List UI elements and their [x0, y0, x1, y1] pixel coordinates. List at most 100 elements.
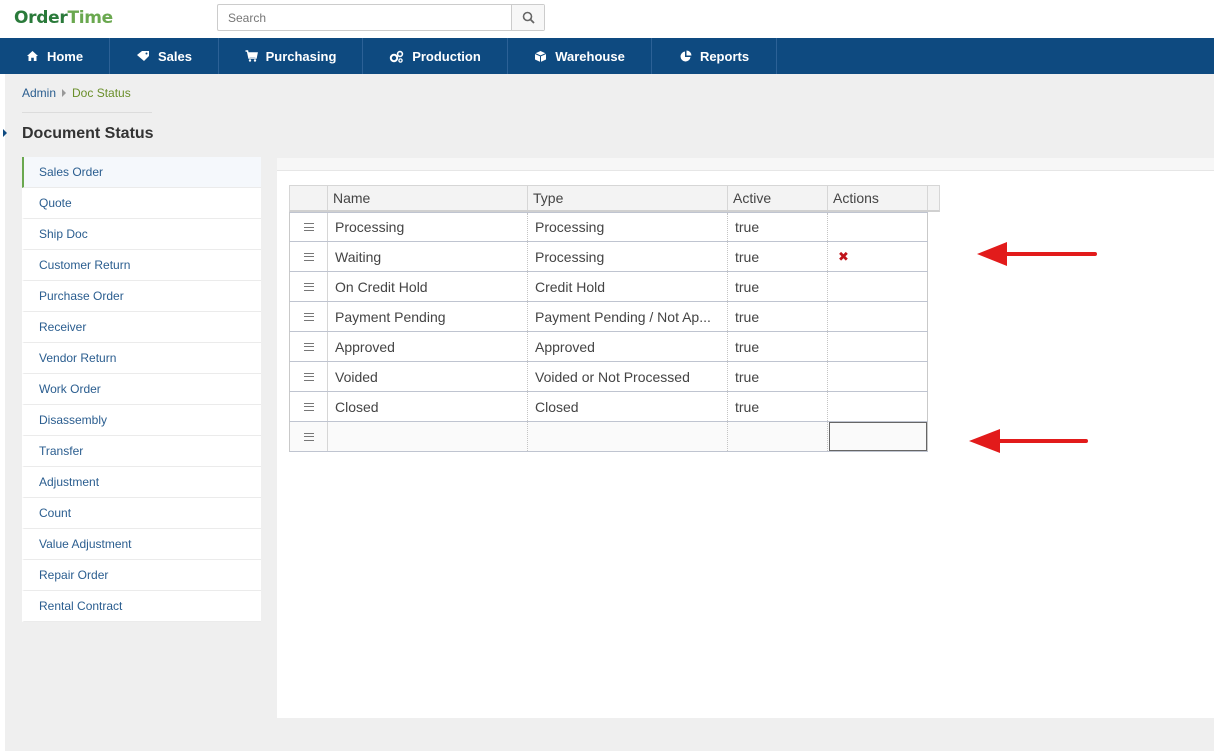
sidebar-item-ship-doc[interactable]: Ship Doc — [22, 219, 261, 250]
ordertime-logo[interactable]: OrderTime — [14, 8, 113, 28]
table-row[interactable]: Closed Closed true — [289, 392, 928, 422]
cell-actions — [828, 272, 928, 301]
breadcrumb: Admin Doc Status — [22, 86, 131, 100]
breadcrumb-doc-status: Doc Status — [72, 86, 131, 100]
cell-active[interactable]: true — [728, 272, 828, 301]
grid-header-name[interactable]: Name — [328, 186, 528, 210]
grid-header-actions: Actions — [828, 186, 928, 210]
cell-name[interactable]: On Credit Hold — [328, 272, 528, 301]
cell-name[interactable]: Voided — [328, 362, 528, 391]
drag-handle[interactable] — [290, 392, 328, 421]
sidebar-item-vendor-return[interactable]: Vendor Return — [22, 343, 261, 374]
cell-type[interactable]: Processing — [528, 213, 728, 241]
search-button[interactable] — [511, 5, 544, 30]
sidebar-item-adjustment[interactable]: Adjustment — [22, 467, 261, 498]
drag-handle[interactable] — [290, 362, 328, 391]
cell-type[interactable]: Approved — [528, 332, 728, 361]
nav-sales[interactable]: Sales — [110, 38, 219, 74]
collapse-strip[interactable] — [0, 74, 5, 751]
grid-header: Name Type Active Actions — [289, 185, 940, 212]
cell-type[interactable]: Processing — [528, 242, 728, 271]
cell-type[interactable]: Voided or Not Processed — [528, 362, 728, 391]
new-row-name-cell[interactable] — [328, 422, 528, 451]
drag-handle-icon — [303, 282, 314, 291]
sidebar-item-work-order[interactable]: Work Order — [22, 374, 261, 405]
cell-active[interactable]: true — [728, 242, 828, 271]
drag-handle-icon — [303, 402, 314, 411]
nav-reports[interactable]: Reports — [652, 38, 777, 74]
expand-caret-icon[interactable] — [3, 129, 7, 137]
drag-handle[interactable] — [290, 213, 328, 241]
top-bar: OrderTime — [0, 0, 1214, 38]
cell-type[interactable]: Closed — [528, 392, 728, 421]
table-row[interactable]: Waiting Processing true ✖ — [289, 242, 928, 272]
annotation-arrow-waiting-row — [977, 242, 1097, 266]
sidebar-item-value-adjustment[interactable]: Value Adjustment — [22, 529, 261, 560]
new-row-type-cell[interactable] — [528, 422, 728, 451]
gears-icon — [389, 50, 404, 63]
sidebar-item-receiver[interactable]: Receiver — [22, 312, 261, 343]
nav-purchasing-label: Purchasing — [265, 48, 337, 64]
drag-handle[interactable] — [290, 422, 328, 451]
delete-icon[interactable]: ✖ — [838, 249, 849, 265]
grid-new-row[interactable] — [289, 422, 928, 452]
table-row[interactable]: Voided Voided or Not Processed true — [289, 362, 928, 392]
nav-reports-label: Reports — [699, 48, 750, 64]
drag-handle[interactable] — [290, 302, 328, 331]
drag-handle[interactable] — [290, 332, 328, 361]
cell-actions — [828, 213, 928, 241]
cell-actions — [828, 332, 928, 361]
cell-actions: ✖ — [828, 242, 928, 271]
cell-name[interactable]: Processing — [328, 213, 528, 241]
nav-home[interactable]: Home — [0, 38, 110, 74]
drag-handle[interactable] — [290, 272, 328, 301]
grid-header-handle — [290, 186, 328, 210]
new-row-actions-cell[interactable] — [828, 422, 928, 451]
nav-warehouse[interactable]: Warehouse — [508, 38, 652, 74]
grid-header-spacer — [928, 186, 939, 210]
sidebar-item-customer-return[interactable]: Customer Return — [22, 250, 261, 281]
sidebar-item-rental-contract[interactable]: Rental Contract — [22, 591, 261, 622]
document-type-list: Sales Order Quote Ship Doc Customer Return P… — [22, 157, 261, 622]
drag-handle[interactable] — [290, 242, 328, 271]
grid-header-type[interactable]: Type — [528, 186, 728, 210]
sidebar-item-quote[interactable]: Quote — [22, 188, 261, 219]
sidebar-item-transfer[interactable]: Transfer — [22, 436, 261, 467]
drag-handle-icon — [303, 223, 314, 231]
main-nav: Home Sales Purchasing Production Warehou… — [0, 38, 1214, 74]
cell-type[interactable]: Credit Hold — [528, 272, 728, 301]
breadcrumb-admin[interactable]: Admin — [22, 86, 56, 100]
cell-active[interactable]: true — [728, 362, 828, 391]
nav-sales-label: Sales — [158, 48, 192, 64]
cell-active[interactable]: true — [728, 332, 828, 361]
cell-type[interactable]: Payment Pending / Not Ap... — [528, 302, 728, 331]
sidebar-item-repair-order[interactable]: Repair Order — [22, 560, 261, 591]
cell-active[interactable]: true — [728, 213, 828, 241]
drag-handle-icon — [303, 432, 314, 441]
cell-name[interactable]: Waiting — [328, 242, 528, 271]
sidebar-item-sales-order[interactable]: Sales Order — [22, 157, 261, 188]
cell-name[interactable]: Closed — [328, 392, 528, 421]
cell-active[interactable]: true — [728, 392, 828, 421]
nav-production[interactable]: Production — [363, 38, 508, 74]
nav-purchasing[interactable]: Purchasing — [219, 38, 363, 74]
new-row-active-cell[interactable] — [728, 422, 828, 451]
search-icon — [522, 11, 535, 24]
status-grid: Name Type Active Actions Processing Proce… — [289, 185, 940, 452]
table-row[interactable]: Payment Pending Payment Pending / Not Ap.… — [289, 302, 928, 332]
sidebar-item-count[interactable]: Count — [22, 498, 261, 529]
search-input[interactable] — [218, 5, 511, 30]
table-row[interactable]: On Credit Hold Credit Hold true — [289, 272, 928, 302]
logo-text-order: rder — [28, 8, 68, 28]
table-row[interactable]: Approved Approved true — [289, 332, 928, 362]
sidebar-item-disassembly[interactable]: Disassembly — [22, 405, 261, 436]
cell-name[interactable]: Approved — [328, 332, 528, 361]
sidebar-item-purchase-order[interactable]: Purchase Order — [22, 281, 261, 312]
cell-active[interactable]: true — [728, 302, 828, 331]
table-row[interactable]: Processing Processing true — [289, 212, 928, 242]
nav-home-label: Home — [46, 48, 84, 64]
cell-name[interactable]: Payment Pending — [328, 302, 528, 331]
breadcrumb-divider — [22, 112, 152, 113]
new-row-edit-box[interactable] — [829, 422, 927, 451]
grid-header-active[interactable]: Active — [728, 186, 828, 210]
